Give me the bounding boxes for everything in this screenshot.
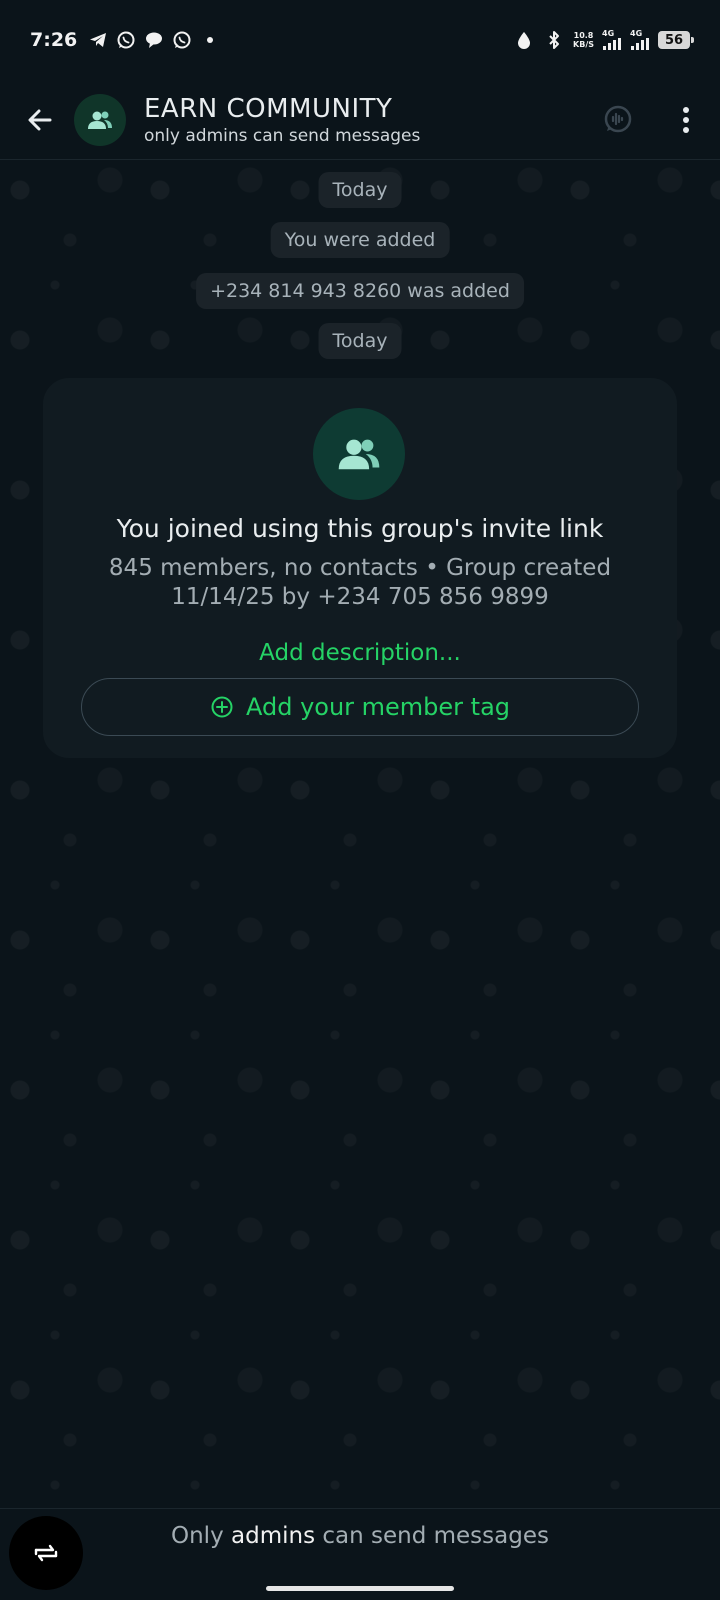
date-chip: Today: [318, 172, 402, 208]
dot-icon: [199, 29, 221, 51]
signal-2-label: 4G: [630, 29, 643, 38]
chat-bubble-icon: [143, 29, 165, 51]
whatsapp-icon: [115, 29, 137, 51]
status-time: 7:26: [30, 29, 78, 51]
notice-prefix: Only: [171, 1523, 224, 1549]
status-left: 7:26: [30, 29, 221, 51]
chat-area[interactable]: Today You were added +234 814 943 8260 w…: [0, 160, 720, 1508]
chat-header: EARN COMMUNITY only admins can send mess…: [0, 80, 720, 160]
net-speed-value: 10.8: [573, 31, 594, 40]
signal-bars-icon-2: [631, 38, 649, 50]
card-title: You joined using this group's invite lin…: [116, 514, 604, 543]
card-meta: 845 members, no contacts • Group created…: [73, 554, 647, 612]
more-options-button[interactable]: [666, 100, 706, 140]
status-right: 10.8 KB/S 4G 4G 56: [513, 29, 694, 51]
back-button[interactable]: [12, 92, 68, 148]
voice-chat-button[interactable]: [598, 100, 638, 140]
rotate-screen-button[interactable]: [9, 1516, 83, 1590]
telegram-icon: [87, 29, 109, 51]
signal-2: 4G: [630, 30, 650, 50]
signal-bars-icon: [603, 38, 621, 50]
group-info-card: You joined using this group's invite lin…: [43, 378, 677, 758]
rotate-icon: [34, 1544, 58, 1562]
header-actions: [598, 100, 706, 140]
notice-suffix: can send messages: [322, 1523, 549, 1549]
status-bar: 7:26 10.8 KB/S 4G 4G 56: [0, 0, 720, 80]
group-name[interactable]: EARN COMMUNITY: [144, 94, 420, 124]
card-meta-line-2: 11/14/25 by +234 705 856 9899: [171, 584, 549, 610]
arrow-left-icon: [28, 109, 52, 130]
add-description-link[interactable]: Add description...: [43, 640, 677, 666]
signal-1: 4G: [602, 30, 622, 50]
card-group-avatar: [313, 408, 405, 500]
notice-admins-link[interactable]: admins: [231, 1523, 315, 1549]
admins-only-notice: Only admins can send messages: [0, 1523, 720, 1549]
group-icon: [88, 111, 112, 129]
net-speed-unit: KB/S: [573, 40, 594, 49]
screen: 7:26 10.8 KB/S 4G 4G 56 EARN COMMUNITY o…: [0, 0, 720, 1600]
whatsapp-icon-2: [171, 29, 193, 51]
card-meta-line-1: 845 members, no contacts • Group created: [108, 555, 612, 581]
more-vertical-icon: [683, 106, 689, 133]
system-message: +234 814 943 8260 was added: [196, 273, 524, 309]
battery-icon: 56: [658, 31, 694, 49]
add-member-tag-label: Add your member tag: [245, 693, 511, 721]
net-speed: 10.8 KB/S: [573, 31, 594, 49]
group-avatar[interactable]: [74, 93, 126, 146]
plus-circle-icon: [211, 696, 233, 718]
home-indicator[interactable]: [266, 1586, 454, 1591]
signal-1-label: 4G: [602, 29, 615, 38]
system-message: You were added: [270, 222, 450, 258]
battery-level: 56: [664, 32, 684, 48]
waveform-chat-icon: [604, 105, 632, 132]
add-member-tag-button[interactable]: Add your member tag: [81, 678, 639, 736]
header-titles[interactable]: EARN COMMUNITY only admins can send mess…: [144, 94, 420, 146]
date-chip: Today: [318, 323, 402, 359]
bluetooth-icon: [543, 29, 565, 51]
group-subtitle: only admins can send messages: [144, 125, 421, 146]
group-icon: [338, 439, 380, 470]
data-saver-icon: [513, 29, 535, 51]
